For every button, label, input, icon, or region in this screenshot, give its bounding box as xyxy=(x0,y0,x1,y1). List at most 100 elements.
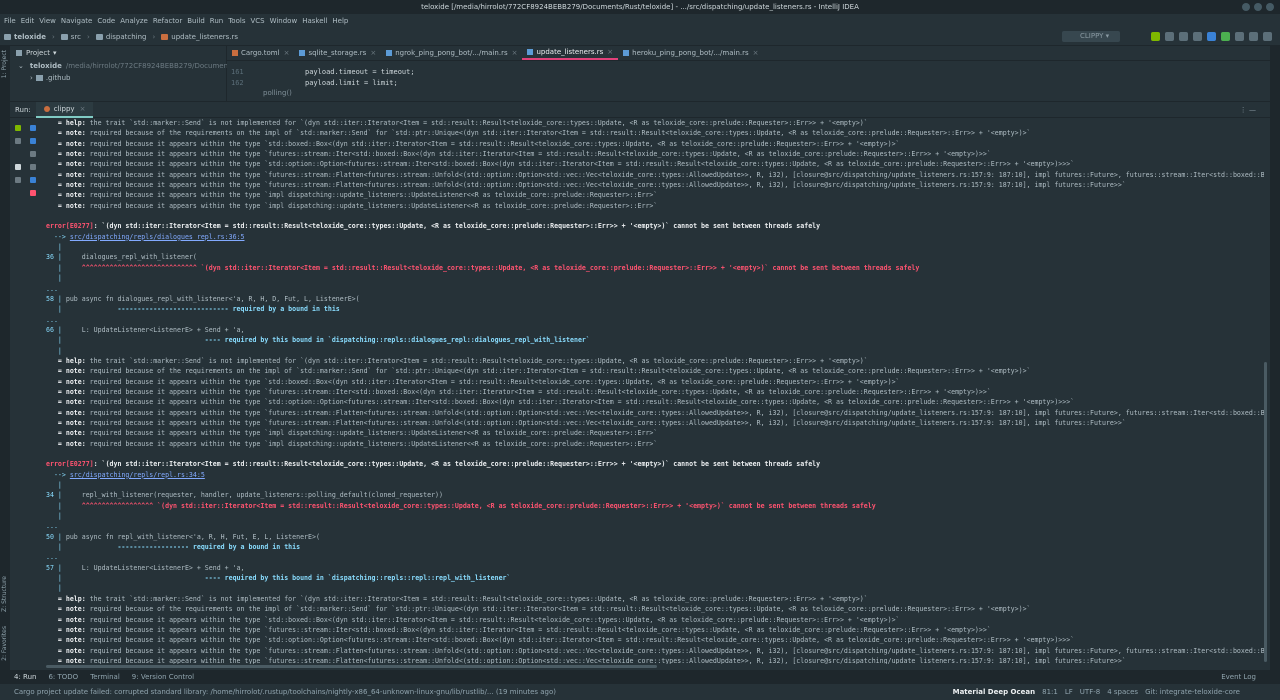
menu-refactor[interactable]: Refactor xyxy=(153,17,182,25)
coverage-icon[interactable] xyxy=(1179,32,1188,41)
cargo-icon xyxy=(43,105,50,112)
tree-root[interactable]: ⌄ teloxide/media/hirrolot/772CF8924BEBB2… xyxy=(10,60,272,72)
close-icon[interactable]: × xyxy=(753,47,759,60)
file-encoding[interactable]: UTF-8 xyxy=(1080,688,1100,696)
menu-navigate[interactable]: Navigate xyxy=(61,17,92,25)
bottom-tab-run[interactable]: 4: Run xyxy=(14,673,36,681)
close-icon[interactable]: × xyxy=(512,47,518,60)
close-icon[interactable]: × xyxy=(80,105,86,113)
breadcrumb-project[interactable]: teloxide › xyxy=(4,33,55,41)
vertical-scrollbar[interactable] xyxy=(1264,362,1267,662)
menu-file[interactable]: File xyxy=(4,17,16,25)
run-side-toolbar xyxy=(10,118,42,670)
bottom-tab-todo[interactable]: 6: TODO xyxy=(48,673,78,681)
rerun-icon[interactable] xyxy=(15,125,21,131)
up-arrow-icon[interactable] xyxy=(30,125,36,131)
settings-icon[interactable] xyxy=(1249,32,1258,41)
tree-item-github[interactable]: › .github xyxy=(10,72,226,84)
indent-setting[interactable]: 4 spaces xyxy=(1107,688,1138,696)
menu-analyze[interactable]: Analyze xyxy=(120,17,148,25)
search-icon[interactable] xyxy=(1263,32,1272,41)
menu-haskell[interactable]: Haskell xyxy=(302,17,327,25)
menu-code[interactable]: Code xyxy=(97,17,115,25)
project-panel: Project ▾ ⌄ teloxide/media/hirrolot/772CF… xyxy=(10,46,272,101)
console-line: 57 | L: UpdateListener<ListenerE> + Send… xyxy=(46,563,245,572)
console-line: 58 | pub async fn dialogues_repl_with_li… xyxy=(46,294,360,303)
menu-tools[interactable]: Tools xyxy=(228,17,245,25)
console-line: ... xyxy=(46,522,58,531)
stop-icon[interactable] xyxy=(1193,32,1202,41)
editor-tabs: Cargo.toml × sqlite_storage.rs × ngrok_ping_… xyxy=(227,46,1270,61)
vcs-commit-icon[interactable] xyxy=(1221,32,1230,41)
breadcrumb-src[interactable]: src › xyxy=(60,33,90,41)
right-tool-stripe xyxy=(1270,46,1280,670)
project-icon xyxy=(16,50,22,56)
console-line: = note: required because it appears with… xyxy=(46,429,658,438)
run-options-icon[interactable]: ⋮ — xyxy=(1240,106,1256,114)
console-line: = note: required because it appears with… xyxy=(46,160,1075,169)
down-arrow-icon[interactable] xyxy=(30,138,36,144)
console-line: = note: required because it appears with… xyxy=(46,625,991,634)
run-icon[interactable] xyxy=(1151,32,1160,41)
close-icon[interactable]: × xyxy=(370,47,376,60)
console-line: | ------------------ required by a bound… xyxy=(46,543,301,552)
print-icon[interactable] xyxy=(30,177,36,183)
delete-icon[interactable] xyxy=(30,190,36,196)
console-line: = note: required because it appears with… xyxy=(46,170,1264,179)
breadcrumb-dispatching[interactable]: dispatching › xyxy=(95,33,155,41)
run-tab-clippy[interactable]: clippy × xyxy=(35,101,94,118)
project-panel-header[interactable]: Project ▾ xyxy=(10,46,226,60)
run-configuration-select[interactable]: CLIPPY ▾ xyxy=(1062,31,1120,42)
folder-icon xyxy=(35,75,43,81)
editor-tab[interactable]: ngrok_ping_pong_bot/.../main.rs × xyxy=(381,46,522,60)
project-tool-button[interactable]: 1: Project xyxy=(1,50,8,78)
source-link[interactable]: src/dispatching/repls/repl.rs:34:5 xyxy=(70,471,205,479)
stop-icon[interactable] xyxy=(15,138,21,144)
source-link[interactable]: src/dispatching/repls/dialogues_repl.rs:… xyxy=(70,233,245,241)
editor-tab[interactable]: update_listeners.rs × xyxy=(522,46,619,60)
layout-icon[interactable] xyxy=(15,164,21,170)
status-message[interactable]: Cargo project update failed: corrupted s… xyxy=(14,688,556,696)
close-button[interactable] xyxy=(1266,3,1274,11)
breadcrumb-function[interactable]: polling() xyxy=(263,89,292,97)
bottom-tab-terminal[interactable]: Terminal xyxy=(90,673,120,681)
editor-tab[interactable]: Cargo.toml × xyxy=(227,46,294,60)
soft-wrap-icon[interactable] xyxy=(30,151,36,157)
line-separator[interactable]: LF xyxy=(1065,688,1073,696)
menu-edit[interactable]: Edit xyxy=(21,17,35,25)
minimize-button[interactable] xyxy=(1242,3,1250,11)
editor-tab[interactable]: sqlite_storage.rs × xyxy=(294,46,381,60)
menu-help[interactable]: Help xyxy=(332,17,348,25)
menu-window[interactable]: Window xyxy=(270,17,298,25)
editor-tab[interactable]: heroku_ping_pong_bot/.../main.rs × xyxy=(618,46,763,60)
debug-icon[interactable] xyxy=(1165,32,1174,41)
history-icon[interactable] xyxy=(1235,32,1244,41)
code-line[interactable]: payload.timeout = timeout; xyxy=(305,68,415,76)
console-output[interactable]: = help: the trait `std::marker::Send` is… xyxy=(42,118,1264,664)
menu-build[interactable]: Build xyxy=(187,17,205,25)
theme-indicator[interactable]: Material Deep Ocean xyxy=(953,688,1036,696)
git-branch[interactable]: Git: integrate-teloxide-core xyxy=(1145,688,1240,696)
event-log-button[interactable]: Event Log xyxy=(1221,673,1256,681)
menu-run[interactable]: Run xyxy=(210,17,223,25)
console-line: = note: required because it appears with… xyxy=(46,387,991,396)
console-line: 36 | dialogues_repl_with_listener( xyxy=(46,253,197,262)
bottom-tab-version-control[interactable]: 9: Version Control xyxy=(132,673,194,681)
pin-icon[interactable] xyxy=(15,177,21,183)
close-icon[interactable]: × xyxy=(607,46,613,59)
scroll-to-end-icon[interactable] xyxy=(30,164,36,170)
menu-view[interactable]: View xyxy=(39,17,56,25)
maximize-button[interactable] xyxy=(1254,3,1262,11)
close-icon[interactable]: × xyxy=(284,47,290,60)
rust-file-icon xyxy=(161,33,169,40)
vcs-update-icon[interactable] xyxy=(1207,32,1216,41)
structure-tool-button[interactable]: Z: Structure xyxy=(1,576,8,612)
menu-vcs[interactable]: VCS xyxy=(250,17,264,25)
caret-position[interactable]: 81:1 xyxy=(1042,688,1058,696)
console-line: | xyxy=(46,243,62,252)
favorites-tool-button[interactable]: 2: Favorites xyxy=(1,626,8,661)
console-line: = note: required because it appears with… xyxy=(46,150,991,159)
breadcrumb-file[interactable]: update_listeners.rs xyxy=(161,33,238,41)
horizontal-scrollbar[interactable] xyxy=(46,665,657,668)
code-line[interactable]: payload.limit = limit; xyxy=(305,79,398,87)
